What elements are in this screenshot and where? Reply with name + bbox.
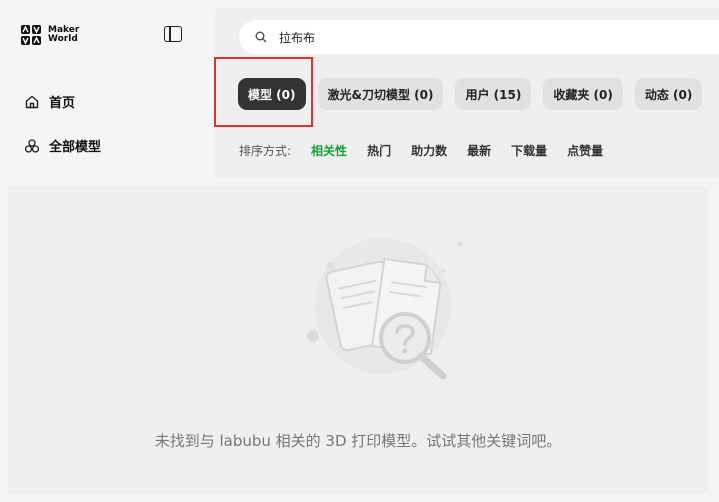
- logo-text-line2: World: [48, 34, 78, 44]
- home-icon: [25, 95, 39, 108]
- search-icon: [255, 31, 267, 43]
- search-input[interactable]: [279, 30, 579, 44]
- sort-option-newest[interactable]: 最新: [467, 142, 491, 159]
- sidebar: Maker World 首页 全部模型: [0, 0, 215, 182]
- sort-option-popular[interactable]: 热门: [367, 142, 391, 159]
- sidebar-item-label: 全部模型: [49, 140, 102, 155]
- sort-row: 排序方式: 相关性 热门 助力数 最新 下载量 点赞量: [239, 142, 603, 159]
- sort-option-downloads[interactable]: 下载量: [511, 142, 547, 159]
- sort-option-boosts[interactable]: 助力数: [411, 142, 447, 159]
- logo-text: Maker World: [48, 26, 79, 44]
- tab-collections[interactable]: 收藏夹 (0): [543, 78, 623, 110]
- no-results-illustration: [307, 238, 463, 380]
- tab-laser-cut-models[interactable]: 激光&刀切模型 (0): [317, 78, 444, 110]
- sidebar-item-label: 首页: [49, 96, 76, 111]
- search-bar[interactable]: [239, 20, 719, 54]
- sort-option-likes[interactable]: 点赞量: [567, 142, 603, 159]
- tab-posts[interactable]: 动态 (0): [634, 78, 703, 110]
- makerworld-logo[interactable]: Maker World: [20, 24, 79, 46]
- sidebar-item-home[interactable]: 首页: [24, 92, 75, 111]
- makerworld-logo-icon: [21, 25, 41, 45]
- sidebar-item-all-models[interactable]: 全部模型: [24, 136, 101, 155]
- models-icon: [24, 138, 40, 153]
- highlight-annotation: [214, 57, 313, 127]
- empty-state-message: 未找到与 labubu 相关的 3D 打印模型。试试其他关键词吧。: [154, 432, 562, 450]
- sidebar-toggle-icon[interactable]: [164, 26, 182, 42]
- sort-option-relevance[interactable]: 相关性: [311, 142, 347, 159]
- sort-label: 排序方式:: [239, 144, 292, 158]
- tab-users[interactable]: 用户 (15): [455, 78, 532, 110]
- results-area: 未找到与 labubu 相关的 3D 打印模型。试试其他关键词吧。: [8, 186, 708, 494]
